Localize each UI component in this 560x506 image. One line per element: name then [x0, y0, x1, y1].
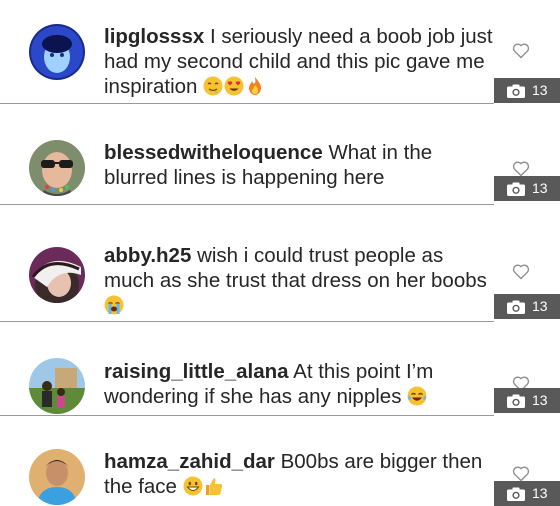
comment-username[interactable]: lipglosssx	[104, 25, 204, 48]
comment-text: lipglosssx I seriously need a boob job j…	[104, 24, 494, 99]
camera-icon	[507, 84, 525, 98]
camera-icon	[507, 300, 525, 314]
comment-text: hamza_zahid_dar B00bs are bigger then th…	[104, 449, 494, 499]
photo-count-badge[interactable]: 13	[494, 388, 560, 413]
camera-icon	[507, 182, 525, 196]
camera-icon	[507, 487, 525, 501]
fire-icon	[249, 77, 262, 95]
photo-count: 13	[532, 298, 548, 314]
avatar[interactable]	[29, 358, 85, 414]
photo-count-badge[interactable]: 13	[494, 294, 560, 319]
comment-item: abby.h25 wish i could trust people as mu…	[0, 205, 560, 322]
comment-item: raising_little_alana At this point I’m w…	[0, 322, 560, 416]
comment-username[interactable]: abby.h25	[104, 244, 191, 267]
drooling-face-icon	[203, 76, 223, 96]
heart-like-icon[interactable]	[512, 42, 530, 59]
photo-count-badge[interactable]: 13	[494, 176, 560, 201]
avatar[interactable]	[29, 247, 85, 303]
comment-item: blessedwitheloquence What in the blurred…	[0, 104, 560, 205]
heart-like-icon[interactable]	[512, 160, 530, 177]
tears-of-joy-face-icon	[407, 386, 427, 406]
heart-eyes-face-icon	[224, 76, 244, 96]
photo-count: 13	[532, 392, 548, 408]
heart-like-icon[interactable]	[512, 263, 530, 280]
photo-count-badge[interactable]: 13	[494, 78, 560, 103]
comment-text: blessedwitheloquence What in the blurred…	[104, 140, 494, 190]
heart-like-icon[interactable]	[512, 465, 530, 482]
comment-text: raising_little_alana At this point I’m w…	[104, 359, 494, 409]
comment-username[interactable]: raising_little_alana	[104, 360, 289, 383]
grinning-face-icon	[183, 476, 203, 496]
crying-face-icon	[104, 295, 124, 315]
thumbs-up-icon	[205, 478, 222, 495]
comment-username[interactable]: hamza_zahid_dar	[104, 450, 275, 473]
avatar[interactable]	[29, 140, 85, 196]
avatar[interactable]	[29, 449, 85, 505]
photo-count: 13	[532, 82, 548, 98]
comment-username[interactable]: blessedwitheloquence	[104, 141, 323, 164]
photo-count: 13	[532, 180, 548, 196]
comment-item: lipglosssx I seriously need a boob job j…	[0, 0, 560, 104]
photo-count-badge[interactable]: 13	[494, 481, 560, 506]
comment-item: hamza_zahid_dar B00bs are bigger then th…	[0, 416, 560, 506]
avatar[interactable]	[29, 24, 85, 80]
camera-icon	[507, 394, 525, 408]
photo-count: 13	[532, 485, 548, 501]
comment-text: abby.h25 wish i could trust people as mu…	[104, 243, 494, 318]
